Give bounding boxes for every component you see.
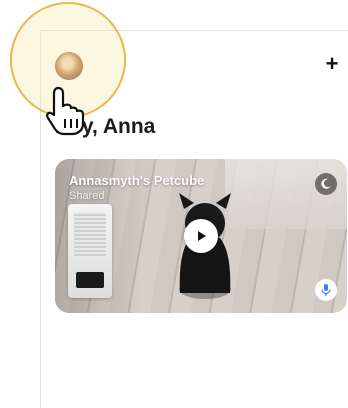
hand-pointer-icon	[46, 86, 85, 136]
petcube-device-image	[68, 204, 112, 298]
microphone-button[interactable]	[315, 279, 337, 301]
camera-name: Annasmyth's Petcube	[69, 173, 205, 188]
night-mode-button[interactable]	[315, 173, 337, 195]
play-button[interactable]	[184, 219, 218, 253]
plus-icon: +	[325, 51, 339, 76]
add-button[interactable]: +	[321, 53, 343, 75]
play-icon	[198, 231, 206, 241]
moon-icon	[321, 178, 331, 189]
microphone-icon	[321, 284, 331, 296]
camera-card[interactable]: Annasmyth's Petcube Shared	[55, 159, 347, 313]
camera-shared-label: Shared	[69, 190, 105, 202]
